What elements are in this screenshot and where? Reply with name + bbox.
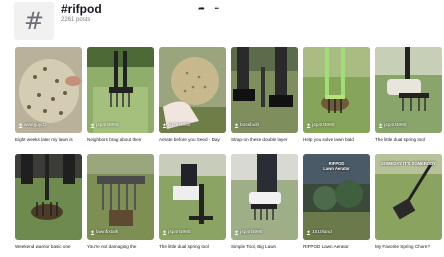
video-caption: Aerate before you Seed - Day [159,137,220,142]
video-caption: Simple Tool, Big Lawn [231,244,277,249]
title-block: #rifpod 2261 posts [61,2,102,25]
video-overlay-text: SOMEDAY IT'S SOMEBODY [381,161,436,166]
user-icon [162,123,167,128]
hashtag-title: #rifpod [61,2,102,16]
video-caption: RIFPOD Lawn Aerator [303,244,349,249]
video-username: j4p4rl4990 [90,123,118,128]
hashtag-icon: # [14,2,54,40]
video-overlay-text: RIFPOD Lawn Aerator [323,161,350,171]
video-thumbnail[interactable] [231,154,298,240]
video-username: j4p4rl4990 [378,123,406,128]
video-username: lawnfixtalk [90,230,118,235]
post-count: 2261 posts [61,17,91,23]
video-username: j4p4rl4990 [306,123,334,128]
video-thumbnail[interactable] [87,47,154,133]
video-caption: The little dual spring tool [375,137,425,142]
video-thumbnail[interactable] [159,154,226,240]
user-icon [306,123,311,128]
video-thumbnail[interactable] [303,47,370,133]
video-username: j4p4rl4990 [162,230,190,235]
video-username: bossbuilt [234,123,259,128]
video-thumbnail[interactable] [159,47,226,133]
more-options-icon[interactable]: ••• [212,4,221,13]
share-icon[interactable]: ➦ [197,4,206,13]
video-thumbnail[interactable] [15,154,82,240]
video-caption: My Favorite Spring Chore? [375,244,430,249]
video-thumbnail[interactable] [231,47,298,133]
video-caption: Help you solve lawn bald [303,137,354,142]
hashtag-header: # #rifpod 2261 posts ➦ ••• [14,2,434,42]
video-username: 1010land [306,230,332,235]
user-icon [90,123,95,128]
video-thumbnail[interactable]: RIFPOD Lawn Aerator [303,154,370,240]
video-username: wiseguy03 [18,123,47,128]
user-icon [162,230,167,235]
video-caption: The little dual spring tool [159,244,209,249]
user-icon [18,123,23,128]
header-actions: ➦ ••• [197,4,221,13]
user-icon [306,230,311,235]
video-username: j4p4rl4990 [162,123,190,128]
video-caption: Eight weeks later my lawn is [15,137,73,142]
video-thumbnail[interactable] [87,154,154,240]
video-username: j4p4rl4990 [234,230,262,235]
video-caption: Weekend warrior basic one [15,244,71,249]
video-thumbnail[interactable] [375,47,442,133]
user-icon [234,230,239,235]
video-thumbnail[interactable]: SOMEDAY IT'S SOMEBODY [375,154,442,240]
video-caption: You're not damaging the [87,244,137,249]
video-thumbnail[interactable] [15,47,82,133]
video-caption: Strap-on these double layer [231,137,288,142]
user-icon [378,123,383,128]
user-icon [90,230,95,235]
user-icon [234,123,239,128]
video-caption: Neighbors brag about their [87,137,142,142]
